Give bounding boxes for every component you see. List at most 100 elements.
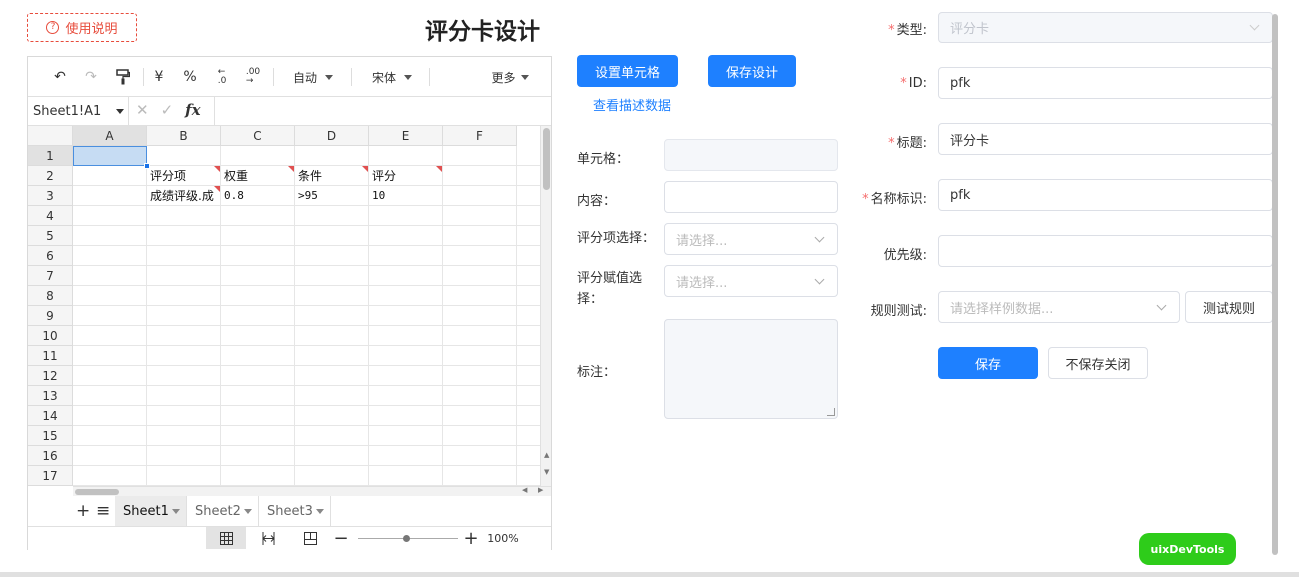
note-textarea[interactable] — [664, 319, 838, 419]
row-header-11[interactable]: 11 — [28, 346, 73, 366]
row-header-4[interactable]: 4 — [28, 206, 73, 226]
sheet-tab-2[interactable]: Sheet2 — [187, 496, 259, 526]
paint-format-icon[interactable] — [113, 66, 133, 88]
undo-icon[interactable]: ↶ — [50, 66, 70, 88]
row-header-17[interactable]: 17 — [28, 466, 73, 486]
scroll-up-icon[interactable]: ▲ — [544, 451, 549, 459]
item-select[interactable]: 请选择... — [664, 223, 838, 255]
cell-b3[interactable]: 成绩评级.成 — [147, 186, 220, 206]
cell-d3[interactable]: >95 — [295, 186, 368, 206]
title-field[interactable]: 评分卡 — [938, 123, 1273, 155]
scroll-thumb[interactable] — [75, 489, 119, 495]
column-header-d[interactable]: D — [295, 126, 369, 146]
row-header-9[interactable]: 9 — [28, 306, 73, 326]
cell-c2[interactable]: 权重 — [221, 166, 294, 186]
scroll-thumb[interactable] — [543, 128, 550, 190]
row-header-12[interactable]: 12 — [28, 366, 73, 386]
grid-corner[interactable] — [28, 126, 73, 146]
cancel-icon[interactable]: ✕ — [136, 101, 149, 119]
rule-test-select[interactable]: 请选择样例数据... — [938, 291, 1180, 323]
zoom-slider-knob[interactable] — [403, 535, 410, 542]
redo-icon[interactable]: ↷ — [81, 66, 101, 88]
page-layout-icon[interactable] — [295, 527, 325, 549]
font-select[interactable]: 宋体 — [360, 66, 424, 88]
row-header-3[interactable]: 3 — [28, 186, 73, 206]
set-cell-button[interactable]: 设置单元格 — [577, 55, 678, 87]
fx-icon[interactable]: fx — [185, 101, 200, 119]
type-label: * 类型: — [888, 23, 927, 38]
cell-e2[interactable]: 评分 — [369, 166, 442, 186]
row-header-7[interactable]: 7 — [28, 266, 73, 286]
horizontal-scrollbar[interactable]: ◀ ▶ — [73, 486, 551, 496]
grid-line — [73, 345, 540, 346]
grid-line — [73, 305, 540, 306]
column-header-c[interactable]: C — [221, 126, 295, 146]
vertical-scrollbar[interactable]: ▲ ▼ — [540, 126, 551, 486]
sheet-tab-1[interactable]: Sheet1 — [115, 496, 187, 526]
column-header-a[interactable]: A — [73, 126, 147, 146]
dev-tools-badge[interactable]: uixDevTools — [1139, 533, 1236, 565]
selected-cell-a1[interactable] — [73, 146, 147, 166]
comment-marker-icon — [214, 186, 220, 192]
sheet-tab-3[interactable]: Sheet3 — [259, 496, 331, 526]
row-header-13[interactable]: 13 — [28, 386, 73, 406]
row-header-6[interactable]: 6 — [28, 246, 73, 266]
row-header-1[interactable]: 1 — [28, 146, 73, 166]
view-description-link[interactable]: 查看描述数据 — [593, 95, 671, 114]
name-id-field[interactable]: pfk — [938, 179, 1273, 211]
value-select[interactable]: 请选择... — [664, 265, 838, 297]
row-header-2[interactable]: 2 — [28, 166, 73, 186]
row-header-5[interactable]: 5 — [28, 226, 73, 246]
column-header-b[interactable]: B — [147, 126, 221, 146]
title-label: * 标题: — [888, 136, 927, 151]
chevron-down-icon — [316, 509, 324, 514]
row-header-8[interactable]: 8 — [28, 286, 73, 306]
page-scrollbar[interactable] — [1272, 14, 1278, 555]
grid-line — [73, 425, 540, 426]
status-bar: − + 100% — [28, 527, 551, 550]
row-header-10[interactable]: 10 — [28, 326, 73, 346]
grid-view-icon[interactable] — [206, 527, 246, 549]
cell-grid[interactable]: A B C D E F 1 2 3 4 5 6 7 8 9 10 11 12 13 14 15 16 17 评分项 权重 条件 评分… — [28, 126, 540, 486]
chevron-down-icon — [244, 509, 252, 514]
row-header-16[interactable]: 16 — [28, 446, 73, 466]
decimal-remove-button[interactable]: .00 → — [242, 66, 264, 88]
column-header-e[interactable]: E — [369, 126, 443, 146]
row-header-14[interactable]: 14 — [28, 406, 73, 426]
close-without-saving-button[interactable]: 不保存关闭 — [1048, 347, 1148, 379]
column-header-f[interactable]: F — [443, 126, 517, 146]
sheet-list-icon[interactable]: ≡ — [96, 501, 110, 521]
more-button[interactable]: 更多 — [485, 66, 535, 88]
currency-button[interactable]: ¥ — [149, 66, 169, 88]
scroll-down-icon[interactable]: ▼ — [544, 468, 549, 476]
id-field[interactable]: pfk — [938, 67, 1273, 99]
confirm-icon[interactable]: ✓ — [161, 101, 174, 119]
chevron-down-icon — [172, 509, 180, 514]
number-format-select[interactable]: 自动 — [283, 66, 343, 88]
decimal-add-button[interactable]: ← .0 — [211, 66, 233, 88]
sheet-tabs-bar: + ≡ Sheet1 Sheet2 Sheet3 — [28, 496, 551, 527]
scroll-left-icon[interactable]: ◀ — [522, 486, 527, 494]
grid-line — [73, 325, 540, 326]
save-button[interactable]: 保存 — [938, 347, 1038, 379]
zoom-in-icon[interactable]: + — [460, 527, 482, 549]
add-sheet-icon[interactable]: + — [76, 501, 90, 521]
cell-e3[interactable]: 10 — [369, 186, 442, 206]
type-select: 评分卡 — [938, 12, 1273, 43]
value-select-label: 评分赋值选择： — [577, 271, 643, 307]
percent-button[interactable]: % — [180, 66, 200, 88]
resize-handle-icon[interactable] — [827, 408, 835, 416]
page-break-icon[interactable] — [253, 527, 283, 549]
zoom-out-icon[interactable]: − — [330, 527, 352, 549]
cell-b2[interactable]: 评分项 — [147, 166, 220, 186]
cell-name-box[interactable]: Sheet1!A1 — [28, 97, 129, 125]
help-button[interactable]: ? 使用说明 — [27, 13, 137, 42]
priority-field[interactable] — [938, 235, 1273, 267]
test-rule-button[interactable]: 测试规则 — [1185, 291, 1273, 323]
scroll-right-icon[interactable]: ▶ — [538, 486, 543, 494]
row-header-15[interactable]: 15 — [28, 426, 73, 446]
save-design-button[interactable]: 保存设计 — [708, 55, 796, 87]
cell-d2[interactable]: 条件 — [295, 166, 368, 186]
cell-c3[interactable]: 0.8 — [221, 186, 294, 206]
content-field[interactable] — [664, 181, 838, 213]
